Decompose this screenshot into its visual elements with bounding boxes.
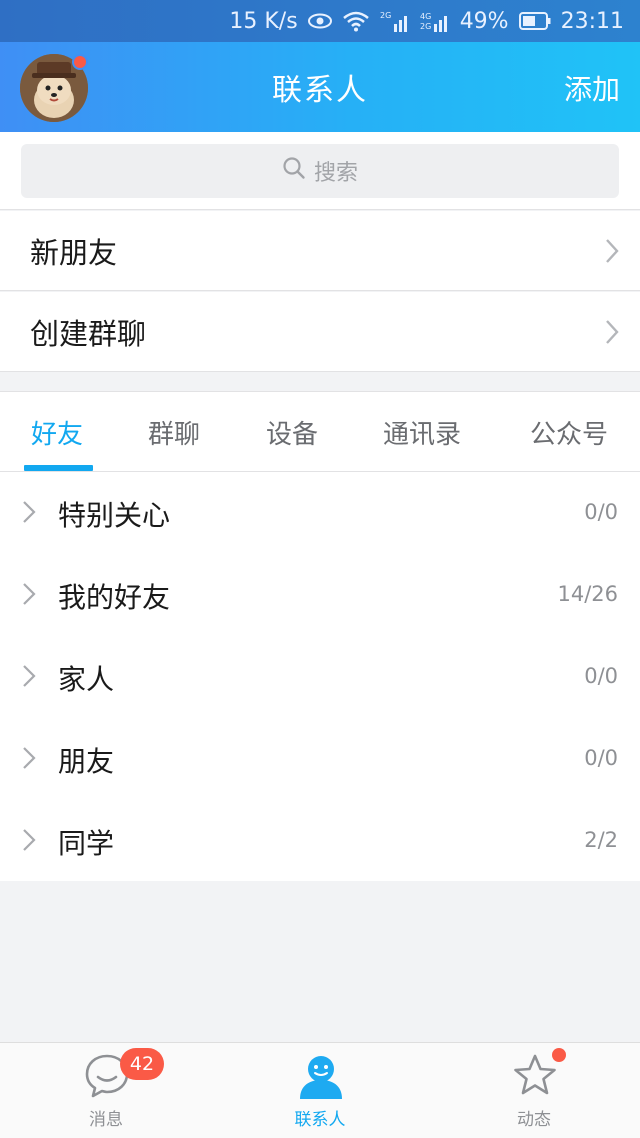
chevron-right-icon: [23, 747, 36, 769]
chevron-right-icon: [23, 829, 36, 851]
network-speed: 15 K/s: [229, 8, 298, 34]
tab-official-accounts[interactable]: 公众号: [530, 414, 608, 451]
active-tab-indicator: [24, 465, 93, 471]
bottom-tab-bar: 消息 联系人 动态: [0, 1042, 640, 1138]
avatar-notification-dot: [72, 54, 88, 70]
nav-contacts[interactable]: 联系人: [250, 1043, 390, 1138]
search-icon: [282, 156, 306, 186]
tab-friends[interactable]: 好友: [31, 414, 83, 451]
tab-devices[interactable]: 设备: [266, 414, 318, 451]
star-icon: [514, 1054, 556, 1095]
svg-text:2G: 2G: [420, 22, 431, 31]
chevron-right-icon: [23, 583, 36, 605]
group-name: 特别关心: [58, 499, 171, 532]
svg-text:2G: 2G: [380, 11, 391, 20]
chevron-right-icon: [23, 665, 36, 687]
group-count: 2/2: [584, 828, 618, 852]
nav-moments[interactable]: 动态: [464, 1043, 604, 1138]
new-friends-row[interactable]: 新朋友: [0, 211, 640, 291]
eye-icon: [307, 13, 332, 29]
header-bar: 联系人 添加: [0, 42, 640, 132]
chevron-right-icon: [23, 501, 36, 523]
list-item[interactable]: 特别关心 0/0: [0, 472, 640, 554]
group-name: 同学: [58, 827, 115, 860]
svg-text:4G: 4G: [420, 12, 431, 21]
group-name: 家人: [58, 663, 115, 696]
tab-groups[interactable]: 群聊: [148, 414, 200, 451]
list-item[interactable]: 家人 0/0: [0, 636, 640, 718]
create-group-label: 创建群聊: [30, 316, 147, 351]
battery-icon: [518, 12, 551, 30]
list-item[interactable]: 朋友 0/0: [0, 718, 640, 800]
create-group-row[interactable]: 创建群聊: [0, 292, 640, 372]
unread-messages-badge: 42: [120, 1048, 164, 1080]
battery-percent: 49%: [459, 8, 509, 34]
group-count: 0/0: [584, 500, 618, 524]
contacts-person-icon: [300, 1056, 342, 1099]
status-bar: 15 K/s 2G 4G 2G 49% 23:11: [0, 0, 640, 42]
signal-4g-icon: 4G 2G: [420, 10, 450, 32]
nav-label: 联系人: [294, 1110, 346, 1130]
new-friends-label: 新朋友: [30, 235, 118, 270]
group-name: 朋友: [58, 745, 115, 778]
search-input[interactable]: 搜索: [21, 143, 619, 198]
chevron-right-icon: [606, 320, 619, 344]
group-count: 0/0: [584, 746, 618, 770]
list-item[interactable]: 我的好友 14/26: [0, 554, 640, 636]
group-count: 0/0: [584, 664, 618, 688]
page-title: 联系人: [272, 73, 368, 108]
search-placeholder: 搜索: [313, 160, 358, 186]
wifi-icon: [342, 10, 370, 32]
clock: 23:11: [560, 8, 624, 34]
tab-address-book[interactable]: 通讯录: [383, 414, 461, 451]
list-item[interactable]: 同学 2/2: [0, 800, 640, 882]
signal-2g-icon: 2G: [380, 10, 410, 32]
group-count: 14/26: [557, 582, 618, 606]
contact-tabs: 好友 群聊 设备 通讯录 公众号: [0, 391, 640, 472]
moments-notification-dot: [552, 1048, 566, 1062]
add-button[interactable]: 添加: [564, 68, 620, 108]
nav-label: 消息: [89, 1110, 123, 1130]
group-name: 我的好友: [58, 581, 171, 614]
search-area: 搜索: [0, 132, 640, 210]
chevron-right-icon: [606, 239, 619, 263]
nav-label: 动态: [517, 1110, 551, 1130]
friend-group-list: 特别关心 0/0 我的好友 14/26 家人 0/0 朋友 0/0 同学 2/2: [0, 472, 640, 881]
